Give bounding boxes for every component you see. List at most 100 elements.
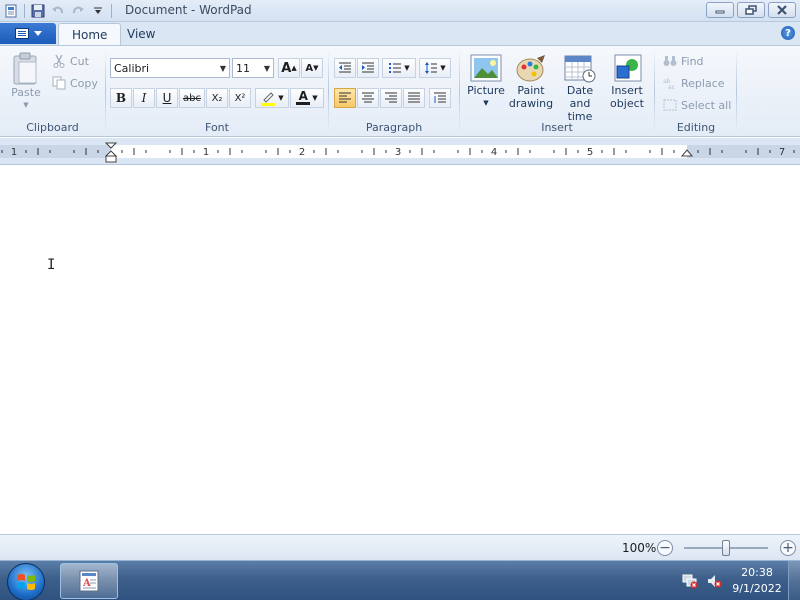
windows-logo-icon xyxy=(17,574,35,590)
decrease-indent-icon xyxy=(339,62,351,73)
undo-icon[interactable] xyxy=(49,2,67,20)
start-button[interactable] xyxy=(7,563,45,600)
font-color-icon: A xyxy=(298,89,308,103)
date-time-button[interactable]: Date and time xyxy=(556,54,604,123)
replace-icon: abac xyxy=(663,78,675,89)
show-desktop-button[interactable] xyxy=(788,561,800,600)
paint-drawing-label-1: Paint xyxy=(517,84,545,97)
align-left-button[interactable] xyxy=(334,88,356,108)
insert-object-icon xyxy=(614,54,642,82)
italic-button[interactable]: I xyxy=(133,88,155,108)
editing-group: Find ab ac Replace Select all Editing xyxy=(656,46,736,136)
align-center-icon xyxy=(362,92,374,103)
zoom-slider-thumb[interactable] xyxy=(722,540,730,556)
decrease-indent-button[interactable] xyxy=(334,58,356,78)
tab-view[interactable]: View xyxy=(114,23,168,45)
status-bar: 100% − + xyxy=(0,534,800,560)
group-separator xyxy=(328,50,329,132)
help-icon[interactable]: ? xyxy=(781,26,795,40)
insert-group-label: Insert xyxy=(541,121,573,134)
group-separator xyxy=(736,50,737,132)
paragraph-icon xyxy=(434,92,446,103)
superscript-button[interactable]: X² xyxy=(229,88,251,108)
bold-button[interactable]: B xyxy=(110,88,132,108)
select-all-button[interactable]: Select all xyxy=(663,95,731,115)
system-tray: 20:38 9/1/2022 xyxy=(678,561,800,600)
font-family-select[interactable]: Calibri ▼ xyxy=(110,58,230,78)
scissors-icon xyxy=(53,54,65,68)
chevron-down-icon: ▼ xyxy=(278,94,284,102)
font-size-select[interactable]: 11 ▼ xyxy=(232,58,274,78)
paragraph-group: ▼ ▼ Paragraph xyxy=(330,46,458,136)
select-all-icon xyxy=(663,99,677,111)
paste-button[interactable]: Paste ▼ xyxy=(6,52,46,112)
underline-button[interactable]: U xyxy=(156,88,178,108)
clipboard-group: Paste ▼ Cut Copy Clipboard xyxy=(0,46,105,136)
justify-icon xyxy=(408,92,420,103)
window-title: Document - WordPad xyxy=(125,3,252,17)
picture-button[interactable]: Picture ▼ xyxy=(466,54,506,110)
redo-icon[interactable] xyxy=(69,2,87,20)
paint-drawing-button[interactable]: Paint drawing xyxy=(508,54,554,110)
ruler-label: 1 xyxy=(203,147,209,158)
line-spacing-icon xyxy=(425,62,438,74)
application-menu-button[interactable] xyxy=(0,23,56,44)
ribbon-tab-row: Home View ? xyxy=(0,22,800,45)
network-icon[interactable] xyxy=(678,573,702,589)
strikethrough-button[interactable]: abc xyxy=(179,88,205,108)
subscript-button[interactable]: X₂ xyxy=(206,88,228,108)
zoom-out-button[interactable]: − xyxy=(657,540,673,556)
right-indent-marker[interactable] xyxy=(681,149,693,159)
clock[interactable]: 20:38 9/1/2022 xyxy=(726,565,788,597)
shrink-font-icon: A xyxy=(305,62,314,74)
paragraph-group-label: Paragraph xyxy=(365,121,423,134)
bullet-list-button[interactable]: ▼ xyxy=(382,58,416,78)
replace-button[interactable]: ab ac Replace xyxy=(663,73,725,93)
insert-object-button[interactable]: Insert object xyxy=(606,54,648,110)
shrink-font-button[interactable]: A ▼ xyxy=(301,58,323,78)
tab-home[interactable]: Home xyxy=(58,23,122,45)
justify-button[interactable] xyxy=(403,88,425,108)
taskbar: A 20:38 9/1/2022 xyxy=(0,560,800,600)
increase-indent-button[interactable] xyxy=(357,58,379,78)
chevron-down-icon: ▼ xyxy=(263,64,270,73)
highlight-color-button[interactable]: ▼ xyxy=(255,88,289,108)
copy-button[interactable]: Copy xyxy=(52,73,98,93)
calendar-clock-icon xyxy=(564,55,596,83)
align-center-button[interactable] xyxy=(357,88,379,108)
select-all-label: Select all xyxy=(681,98,732,112)
cut-button[interactable]: Cut xyxy=(52,51,89,71)
highlighter-icon xyxy=(261,92,276,106)
minimize-button[interactable] xyxy=(706,2,734,18)
volume-muted-icon[interactable] xyxy=(702,573,726,589)
ruler-label: 5 xyxy=(587,147,593,158)
ribbon: Paste ▼ Cut Copy Clipboard Calibri ▼ 11 … xyxy=(0,45,800,137)
bullet-list-icon xyxy=(389,63,402,73)
zoom-in-button[interactable]: + xyxy=(780,540,796,556)
replace-label: Replace xyxy=(681,76,725,90)
text-cursor-icon: I xyxy=(47,257,56,273)
align-right-button[interactable] xyxy=(380,88,402,108)
chevron-down-icon: ▼ xyxy=(23,101,29,109)
indent-marker[interactable] xyxy=(105,142,117,164)
font-size-value: 11 xyxy=(236,61,250,75)
customize-qat-icon[interactable] xyxy=(89,2,107,20)
svg-text:ac: ac xyxy=(668,84,675,89)
find-button[interactable]: Find xyxy=(663,51,704,71)
wordpad-app-icon[interactable] xyxy=(2,2,20,20)
ruler-label: 3 xyxy=(395,147,401,158)
grow-font-button[interactable]: A ▲ xyxy=(278,58,300,78)
save-icon[interactable] xyxy=(29,2,47,20)
paragraph-dialog-button[interactable] xyxy=(429,88,451,108)
font-group: Calibri ▼ 11 ▼ A ▲ A ▼ B I U abc X₂ X² ▼ A… xyxy=(106,46,328,136)
line-spacing-button[interactable]: ▼ xyxy=(419,58,451,78)
taskbar-wordpad-item[interactable]: A xyxy=(60,563,118,599)
clock-date: 9/1/2022 xyxy=(732,582,782,595)
document-editor[interactable]: I xyxy=(0,166,800,534)
restore-button[interactable] xyxy=(737,2,765,18)
date-time-label-1: Date and xyxy=(566,84,594,110)
font-color-button[interactable]: A ▼ xyxy=(290,88,324,108)
ruler-label: 7 xyxy=(779,147,785,158)
close-button[interactable] xyxy=(768,2,796,18)
ruler[interactable]: 1 1 2 3 4 5 7 xyxy=(0,138,800,165)
